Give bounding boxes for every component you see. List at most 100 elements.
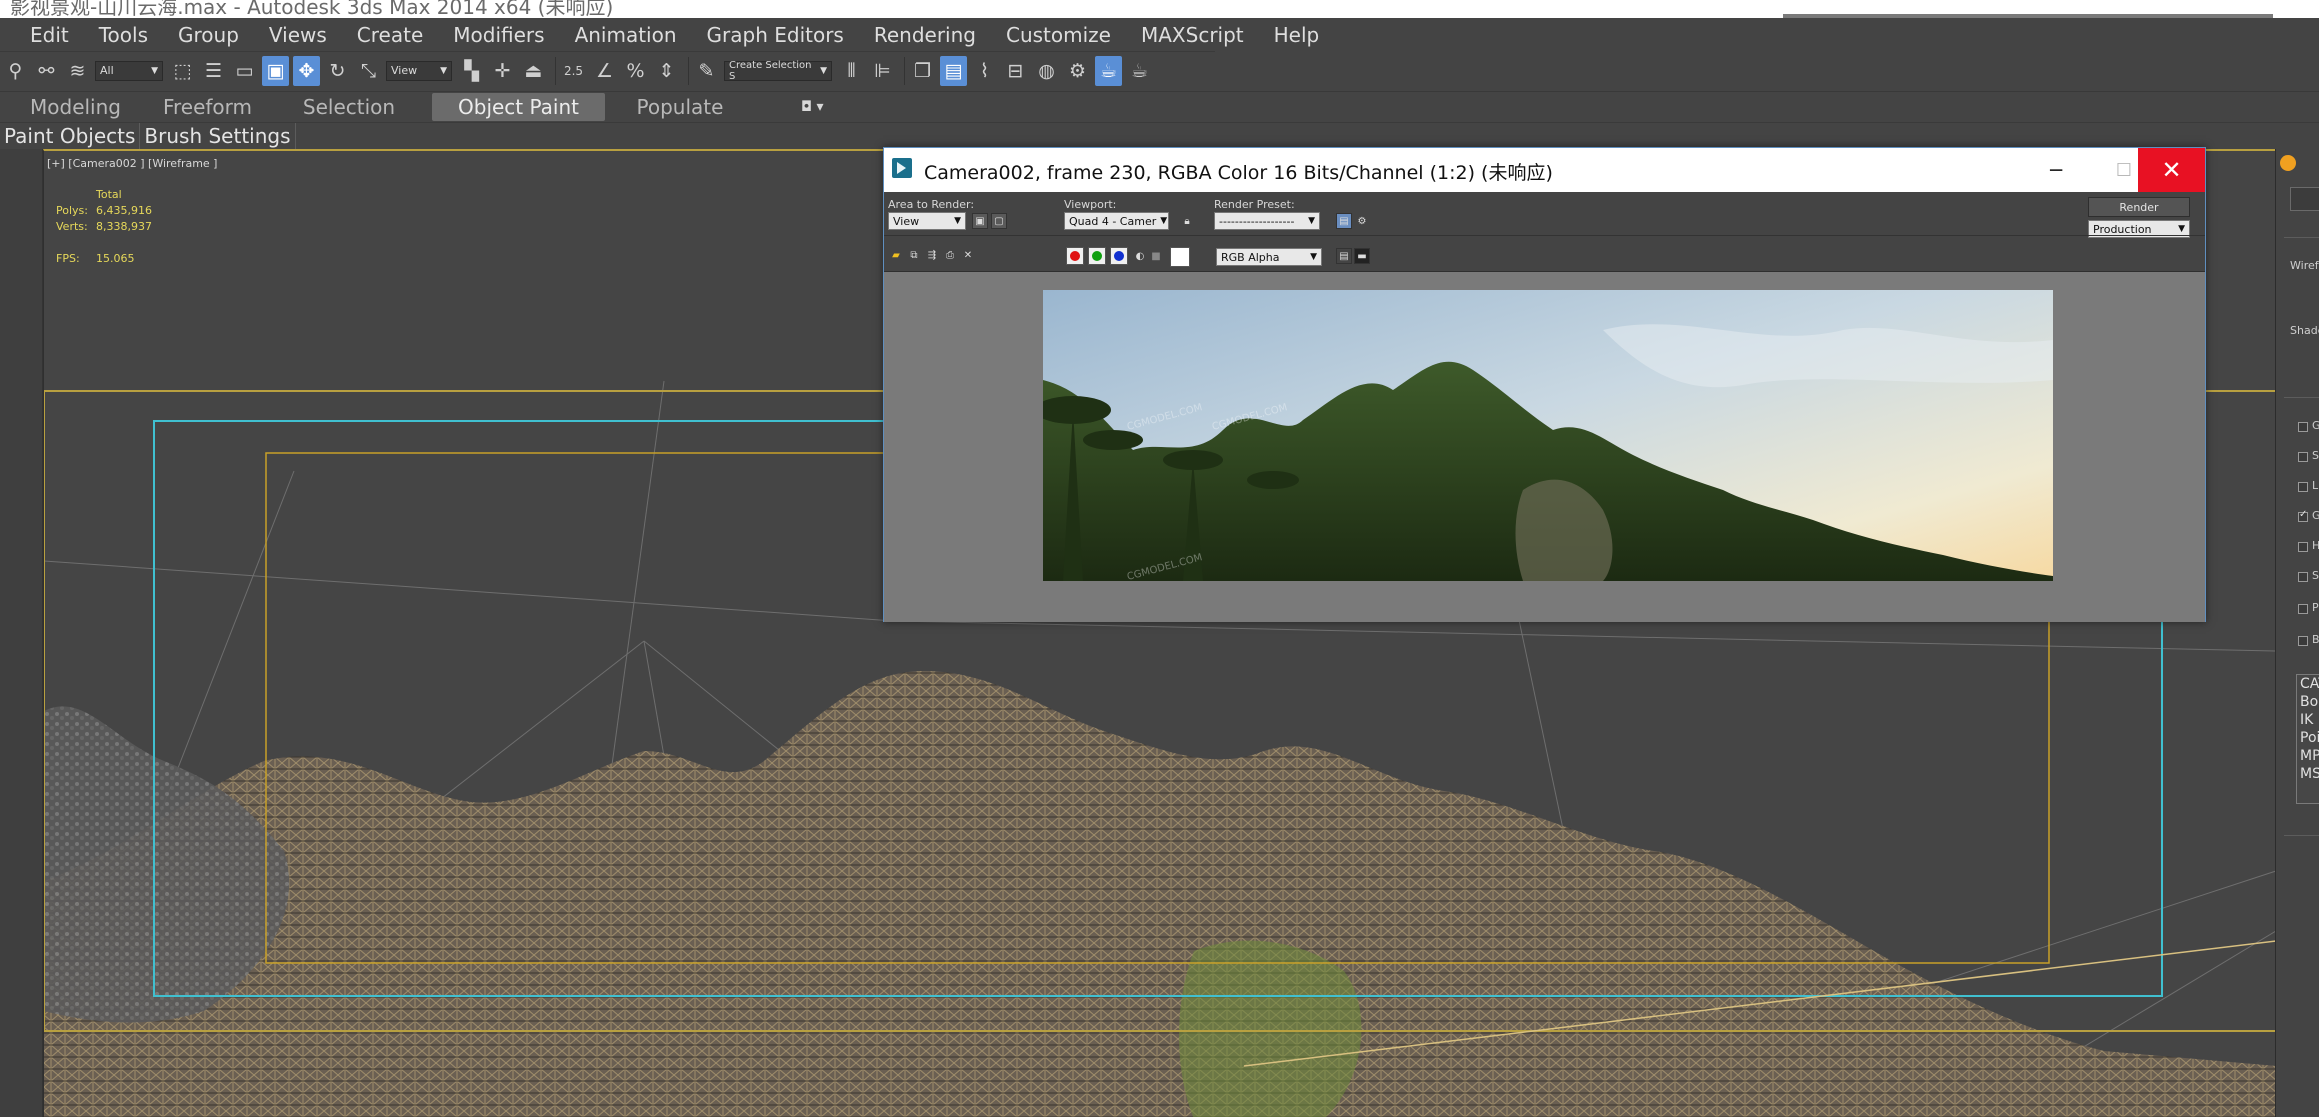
left-gutter xyxy=(0,149,43,1117)
menu-group[interactable]: Group xyxy=(178,23,239,47)
checkbox-6[interactable] xyxy=(2298,604,2308,614)
clear-icon[interactable]: ✕ xyxy=(960,247,976,263)
toggle-ui-icon[interactable]: ▬ xyxy=(1354,248,1370,264)
save-image-icon[interactable]: ▰ xyxy=(888,247,904,263)
terrain-wireframe xyxy=(44,671,2275,1117)
spinner-snap-icon[interactable]: ⇕ xyxy=(653,56,680,86)
keyboard-shortcut-icon[interactable]: ⏏ xyxy=(520,56,547,86)
green-channel-toggle[interactable] xyxy=(1088,247,1106,265)
environment-icon[interactable]: ⚙ xyxy=(1354,213,1370,229)
rect-region-icon[interactable]: ▭ xyxy=(231,56,258,86)
edit-region-icon[interactable]: ▣ xyxy=(972,213,988,229)
tab-selection[interactable]: Selection xyxy=(266,93,432,121)
rendered-frame-window[interactable]: Camera002, frame 230, RGBA Color 16 Bits… xyxy=(883,147,2206,622)
area-to-render-dropdown[interactable]: View ▼ xyxy=(888,212,966,230)
pivot-center-icon[interactable]: ▚ xyxy=(458,56,485,86)
menu-rendering[interactable]: Rendering xyxy=(874,23,976,47)
render-setup-icon[interactable]: ▤ xyxy=(1336,213,1352,229)
tab-object-paint[interactable]: Object Paint xyxy=(432,93,605,121)
print-image-icon[interactable]: ⎙ xyxy=(942,247,958,263)
red-channel-toggle[interactable] xyxy=(1066,247,1084,265)
align-icon[interactable]: ⊫ xyxy=(869,56,896,86)
render-setup-icon[interactable]: ⚙ xyxy=(1064,56,1091,86)
command-panel-field[interactable] xyxy=(2290,187,2319,211)
window-crossing-icon[interactable]: ▣ xyxy=(262,55,289,86)
schematic-view-icon[interactable]: ⊟ xyxy=(1002,56,1029,86)
copy-image-icon[interactable]: ⧉ xyxy=(906,247,922,263)
menu-animation[interactable]: Animation xyxy=(575,23,677,47)
snap-icon[interactable]: 2.5 xyxy=(560,56,587,86)
menu-create[interactable]: Create xyxy=(357,23,423,47)
menu-graph-editors[interactable]: Graph Editors xyxy=(707,23,844,47)
viewport-dropdown[interactable]: Quad 4 - Camer ▼ xyxy=(1064,212,1169,230)
list-item[interactable]: IK xyxy=(2297,711,2319,729)
bind-spacewarp-icon[interactable]: ≋ xyxy=(64,56,91,86)
ribbon-panel-bar: Paint Objects Brush Settings xyxy=(0,122,2319,150)
rendered-frame-window-icon[interactable]: ☕ xyxy=(1095,55,1122,86)
select-icon[interactable]: ⬚ xyxy=(169,56,196,86)
clone-window-icon[interactable]: ⇶ xyxy=(924,247,940,263)
ribbon-options-icon[interactable]: ◘ ▾ xyxy=(801,99,824,115)
checkbox-1[interactable] xyxy=(2298,452,2308,462)
link-icon[interactable]: ⚲ xyxy=(2,56,29,86)
list-item[interactable]: Bon xyxy=(2297,693,2319,711)
menu-maxscript[interactable]: MAXScript xyxy=(1141,23,1244,47)
tab-freeform[interactable]: Freeform xyxy=(149,93,266,121)
list-item[interactable]: MP xyxy=(2297,747,2319,765)
menu-help[interactable]: Help xyxy=(1274,23,1320,47)
checkbox-2[interactable] xyxy=(2298,482,2308,492)
sun-icon[interactable] xyxy=(2280,155,2296,171)
layer-manager-icon[interactable]: ❐ xyxy=(909,56,936,86)
edit-named-selection-icon[interactable]: ✎ xyxy=(693,56,720,86)
percent-snap-icon[interactable]: % xyxy=(622,56,649,86)
mirror-icon[interactable]: ⫴ xyxy=(838,56,865,86)
render-canvas[interactable]: CGMODEL.COM CGMODEL.COM CGMODEL.COM xyxy=(884,272,2205,622)
minimize-icon[interactable]: ─ xyxy=(2022,148,2090,192)
named-selection-dropdown[interactable]: Create Selection S ▼ xyxy=(724,60,832,82)
checkbox-5[interactable] xyxy=(2298,572,2308,582)
ribbon-icon[interactable]: ▤ xyxy=(940,55,967,86)
render-window-titlebar[interactable]: Camera002, frame 230, RGBA Color 16 Bits… xyxy=(884,148,2205,192)
swatch-icon[interactable] xyxy=(1170,247,1190,267)
checkbox-7[interactable] xyxy=(2298,636,2308,646)
select-by-name-icon[interactable]: ☰ xyxy=(200,56,227,86)
selection-filter-dropdown[interactable]: All ▼ xyxy=(95,60,163,81)
brush-settings-panel[interactable]: Brush Settings xyxy=(140,122,296,150)
list-item[interactable]: CAT xyxy=(2297,675,2319,693)
menu-tools[interactable]: Tools xyxy=(99,23,148,47)
curve-editor-icon[interactable]: ⌇ xyxy=(971,56,998,86)
lock-icon[interactable]: 🔒︎ xyxy=(1179,213,1195,229)
menu-views[interactable]: Views xyxy=(269,23,327,47)
paint-objects-panel[interactable]: Paint Objects xyxy=(0,122,141,150)
render-production-icon[interactable]: ☕ xyxy=(1126,56,1153,86)
display-alpha-icon[interactable]: ◐ xyxy=(1132,248,1148,264)
angle-snap-icon[interactable]: ∠ xyxy=(591,56,618,86)
manipulate-icon[interactable]: ✛ xyxy=(489,56,516,86)
viewport-label[interactable]: [+] [Camera002 ] [Wireframe ] xyxy=(47,157,217,170)
tab-modeling[interactable]: Modeling xyxy=(2,93,149,121)
checkbox-0[interactable] xyxy=(2298,422,2308,432)
menu-edit[interactable]: Edit xyxy=(30,23,69,47)
blue-channel-toggle[interactable] xyxy=(1110,247,1128,265)
command-panel-list[interactable]: CAT Bon IK Poi MP MS xyxy=(2296,674,2319,804)
menu-customize[interactable]: Customize xyxy=(1006,23,1111,47)
render-button[interactable]: Render xyxy=(2088,197,2190,217)
toggle-ui-overlay-icon[interactable]: ▤ xyxy=(1336,248,1352,264)
list-item[interactable]: Poi xyxy=(2297,729,2319,747)
unlink-icon[interactable]: ⚯ xyxy=(33,56,60,86)
list-item[interactable]: MS xyxy=(2297,765,2319,783)
auto-region-icon[interactable]: ▢ xyxy=(991,213,1007,229)
rotate-icon[interactable]: ↻ xyxy=(324,56,351,86)
ref-coord-dropdown[interactable]: View ▼ xyxy=(386,60,452,81)
close-icon[interactable]: ✕ xyxy=(2138,148,2205,192)
monochrome-icon[interactable]: ■ xyxy=(1148,248,1164,264)
checkbox-4[interactable] xyxy=(2298,542,2308,552)
material-editor-icon[interactable]: ◍ xyxy=(1033,56,1060,86)
move-icon[interactable]: ✥ xyxy=(293,55,320,86)
tab-populate[interactable]: Populate xyxy=(605,93,755,121)
checkbox-3[interactable] xyxy=(2298,509,2308,522)
render-preset-dropdown[interactable]: ------------------- ▼ xyxy=(1214,212,1320,230)
scale-icon[interactable]: ⤡ xyxy=(355,56,382,86)
channel-display-dropdown[interactable]: RGB Alpha ▼ xyxy=(1216,248,1322,266)
menu-modifiers[interactable]: Modifiers xyxy=(453,23,544,47)
